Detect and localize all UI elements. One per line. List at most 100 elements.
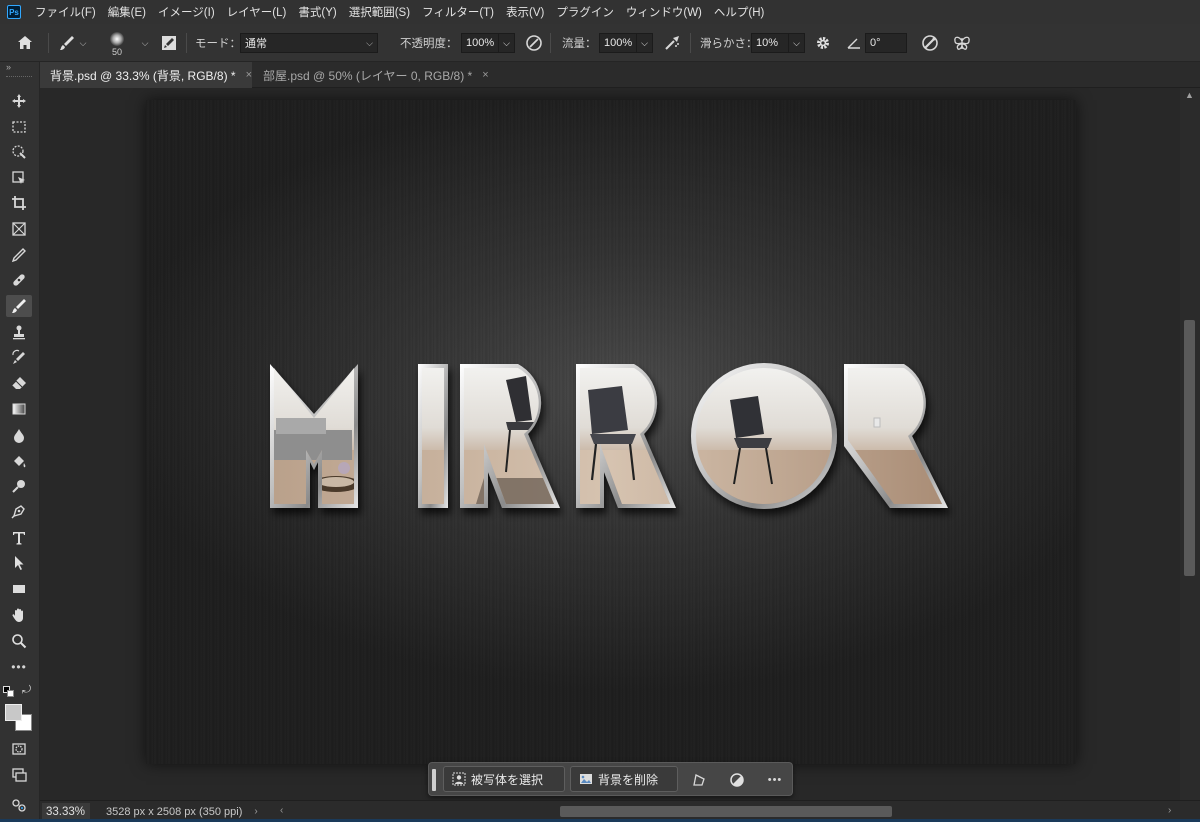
path-selection-tool[interactable] bbox=[6, 552, 32, 574]
quick-mask-button[interactable] bbox=[6, 738, 32, 760]
gradient-tool[interactable] bbox=[6, 398, 32, 420]
tab-label: 部屋.psd @ 50% (レイヤー 0, RGB/8) * bbox=[263, 68, 473, 83]
eraser-tool[interactable] bbox=[6, 372, 32, 394]
eraser-icon bbox=[11, 377, 26, 389]
frame-tool[interactable] bbox=[6, 218, 32, 240]
pressure-opacity-toggle[interactable] bbox=[524, 24, 544, 62]
remove-background-button[interactable]: 背景を削除 bbox=[570, 766, 678, 792]
pressure-size-toggle[interactable] bbox=[920, 24, 940, 62]
menu-image[interactable]: イメージ(I) bbox=[152, 0, 221, 24]
menu-edit[interactable]: 編集(E) bbox=[102, 0, 152, 24]
document-canvas[interactable] bbox=[146, 100, 1076, 764]
airbrush-toggle[interactable] bbox=[662, 24, 682, 62]
toolbar-grip[interactable] bbox=[6, 76, 32, 78]
angle-input[interactable]: 0° bbox=[865, 33, 907, 53]
zoom-tool[interactable] bbox=[6, 630, 32, 652]
screen-mode-button[interactable] bbox=[6, 764, 32, 786]
default-colors-icon[interactable] bbox=[3, 686, 15, 698]
opacity-dropdown[interactable]: ⌵ bbox=[499, 33, 515, 53]
foreground-color-swatch[interactable] bbox=[5, 704, 22, 721]
menu-file[interactable]: ファイル(F) bbox=[29, 0, 102, 24]
smoothing-settings-button[interactable] bbox=[814, 24, 832, 62]
scroll-right-icon[interactable]: › bbox=[1168, 805, 1171, 816]
opacity-input[interactable]: 100% bbox=[461, 33, 499, 53]
photoshop-logo[interactable]: Ps bbox=[7, 5, 21, 19]
select-subject-button[interactable]: 被写体を選択 bbox=[443, 766, 565, 792]
brush-size-picker[interactable]: 50 bbox=[110, 24, 124, 62]
zoom-level-field[interactable]: 33.33% bbox=[42, 802, 90, 821]
hand-tool[interactable] bbox=[6, 604, 32, 626]
status-menu-arrow-icon[interactable]: › bbox=[254, 806, 257, 817]
flow-input[interactable]: 100% bbox=[599, 33, 637, 53]
panel-collapse-icon[interactable]: » bbox=[6, 62, 11, 72]
vertical-scroll-thumb[interactable] bbox=[1184, 320, 1195, 576]
pen-icon bbox=[11, 505, 25, 519]
menu-view[interactable]: 表示(V) bbox=[500, 0, 550, 24]
home-icon bbox=[18, 36, 32, 49]
document-info[interactable]: 3528 px x 2508 px (350 ppi) bbox=[106, 806, 242, 818]
taskbar-drag-handle[interactable] bbox=[432, 769, 436, 791]
remove-background-icon bbox=[580, 774, 592, 784]
menu-bar: Ps ファイル(F) 編集(E) イメージ(I) レイヤー(L) 書式(Y) 選… bbox=[0, 0, 1200, 24]
crop-tool[interactable] bbox=[6, 192, 32, 214]
document-tabs: 背景.psd @ 33.3% (背景, RGB/8) * × 部屋.psd @ … bbox=[40, 62, 1200, 88]
type-tool[interactable] bbox=[6, 527, 32, 549]
type-icon bbox=[13, 532, 25, 545]
horizontal-scroll-thumb[interactable] bbox=[560, 806, 892, 817]
pen-tool[interactable] bbox=[6, 500, 32, 522]
close-icon[interactable]: × bbox=[482, 69, 488, 81]
clone-stamp-tool[interactable] bbox=[6, 321, 32, 343]
menu-help[interactable]: ヘルプ(H) bbox=[708, 0, 770, 24]
tab-room-psd[interactable]: 部屋.psd @ 50% (レイヤー 0, RGB/8) * × bbox=[253, 62, 489, 88]
eyedropper-icon bbox=[11, 248, 26, 263]
smudge-tool[interactable] bbox=[6, 450, 32, 472]
select-subject-label: 被写体を選択 bbox=[471, 772, 544, 787]
object-select-icon bbox=[12, 171, 25, 184]
chevron-down-icon: ⌵ bbox=[366, 37, 373, 48]
home-button[interactable] bbox=[16, 24, 34, 62]
brush-tool[interactable] bbox=[6, 295, 32, 317]
smoothing-input[interactable]: 10% bbox=[751, 33, 789, 53]
scroll-up-icon[interactable]: ▲ bbox=[1185, 90, 1194, 100]
rectangle-tool[interactable] bbox=[6, 578, 32, 600]
mode-label: モード： bbox=[195, 38, 241, 50]
vertical-scrollbar[interactable]: ▲ bbox=[1180, 88, 1200, 800]
healing-brush-tool[interactable] bbox=[6, 269, 32, 291]
tool-preset-picker[interactable]: ⌵ bbox=[58, 24, 90, 62]
rectangle-marquee-icon bbox=[12, 121, 26, 133]
blend-mode-select[interactable]: 通常 ⌵ bbox=[240, 33, 378, 53]
menu-layer[interactable]: レイヤー(L) bbox=[221, 0, 293, 24]
eyedropper-tool[interactable] bbox=[6, 244, 32, 266]
move-tool[interactable] bbox=[6, 90, 32, 112]
crop-frame-tool[interactable] bbox=[6, 167, 32, 189]
more-options-button[interactable]: ••• bbox=[763, 768, 787, 792]
swap-colors-icon[interactable]: ⤾ bbox=[22, 684, 31, 697]
blur-tool[interactable] bbox=[6, 424, 32, 446]
canvas-workspace[interactable] bbox=[40, 88, 1180, 800]
flow-dropdown[interactable]: ⌵ bbox=[637, 33, 653, 53]
transform-button[interactable] bbox=[687, 768, 711, 792]
menu-filter[interactable]: フィルター(T) bbox=[416, 0, 500, 24]
menu-plugins[interactable]: プラグイン bbox=[550, 0, 620, 24]
tab-background-psd[interactable]: 背景.psd @ 33.3% (背景, RGB/8) * × bbox=[40, 62, 252, 88]
marquee-tool[interactable] bbox=[6, 116, 32, 138]
close-icon[interactable]: × bbox=[246, 69, 252, 81]
rectangle-shape-icon bbox=[13, 585, 25, 593]
menu-window[interactable]: ウィンドウ(W) bbox=[620, 0, 708, 24]
object-selection-tool[interactable] bbox=[6, 141, 32, 163]
history-brush-tool[interactable] bbox=[6, 346, 32, 368]
screen-mode-icon bbox=[12, 768, 27, 782]
smoothing-dropdown[interactable]: ⌵ bbox=[789, 33, 805, 53]
chevron-down-icon[interactable]: ⌵ bbox=[138, 33, 152, 53]
symmetry-button[interactable] bbox=[952, 24, 972, 62]
adjustment-button[interactable] bbox=[725, 768, 749, 792]
menu-type[interactable]: 書式(Y) bbox=[292, 0, 342, 24]
dodge-tool[interactable] bbox=[6, 475, 32, 497]
menu-select[interactable]: 選択範囲(S) bbox=[343, 0, 416, 24]
gradient-icon bbox=[12, 403, 26, 415]
scroll-left-icon[interactable]: ‹ bbox=[280, 805, 283, 816]
edit-toolbar-button[interactable]: ••• bbox=[6, 656, 32, 678]
brush-settings-toggle[interactable] bbox=[160, 24, 178, 62]
share-button[interactable] bbox=[6, 794, 32, 816]
butterfly-icon bbox=[954, 36, 970, 50]
